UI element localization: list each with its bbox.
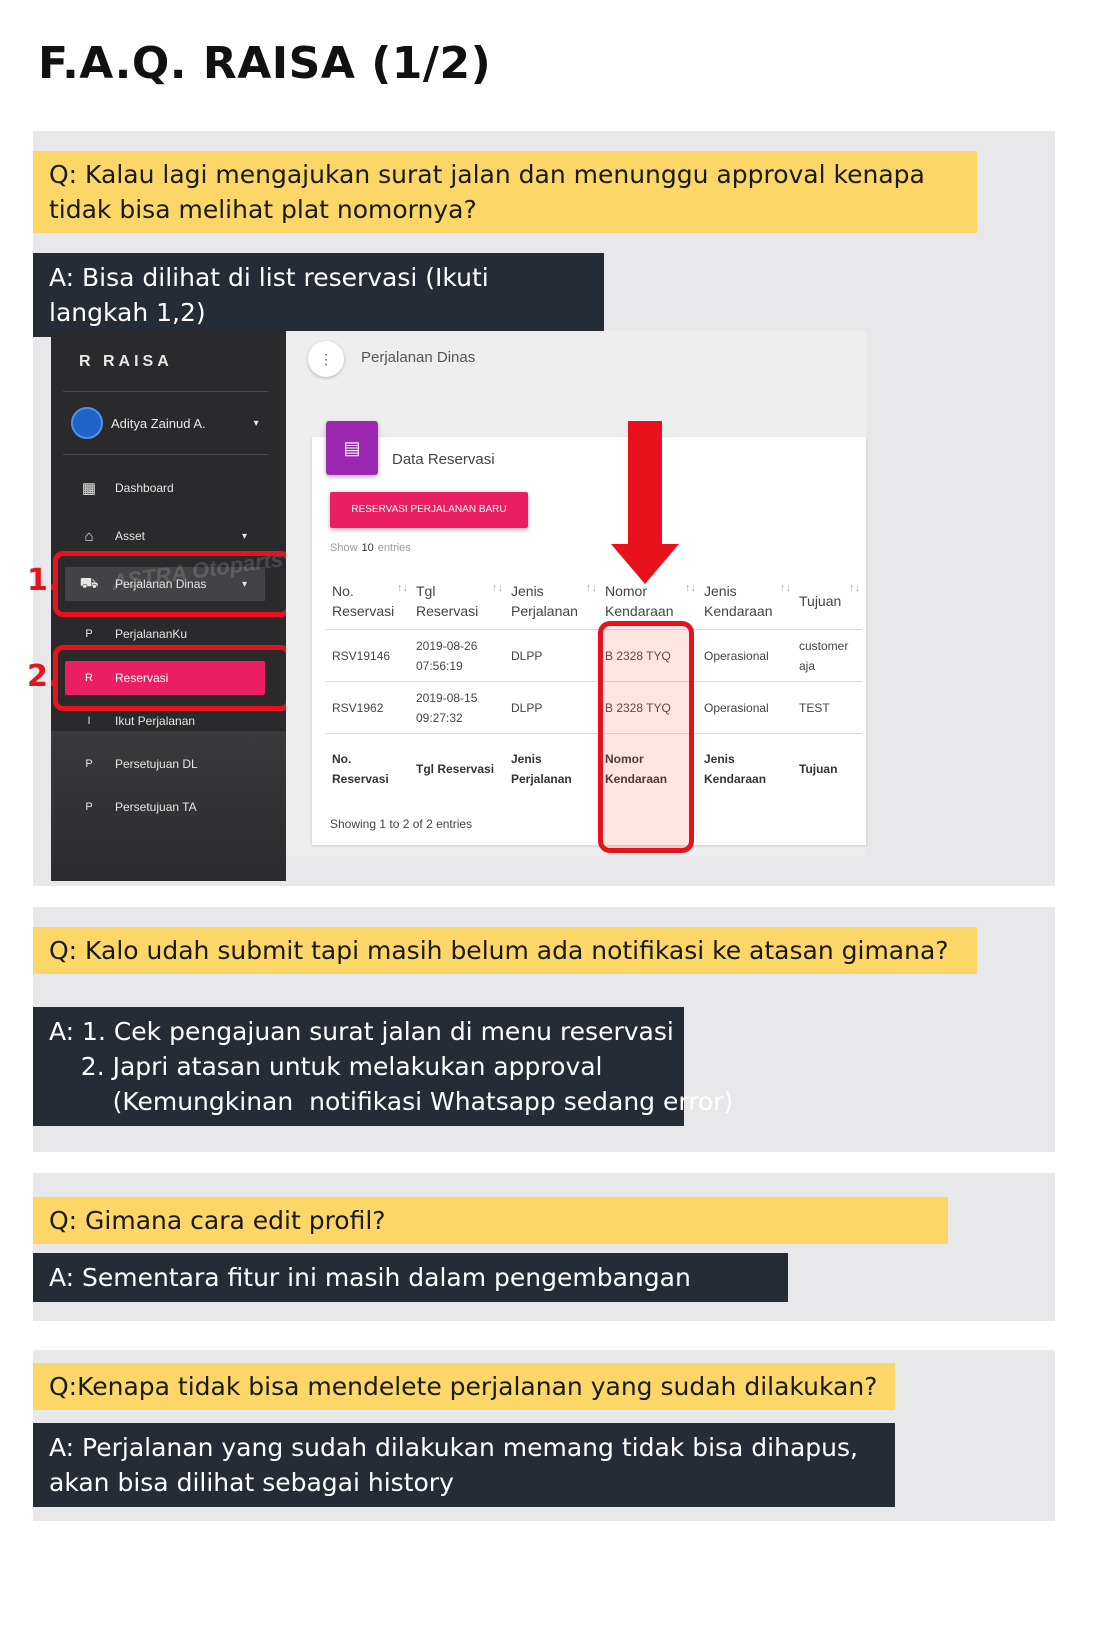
sort-icon: ↑↓ <box>780 582 791 594</box>
answer-line: (Kemungkinan notifikasi Whatsapp sedang … <box>49 1087 734 1116</box>
sort-icon: ↑↓ <box>685 582 696 594</box>
user-name: Aditya Zainud A. <box>111 415 206 431</box>
avatar <box>71 407 103 439</box>
entries-selector[interactable]: Show 10 entries <box>330 542 411 554</box>
faq-section-2: Q: Kalo udah submit tapi masih belum ada… <box>33 907 1055 1152</box>
app-brand: R RAISA <box>79 353 173 370</box>
sort-icon: ↑↓ <box>492 582 503 594</box>
sidebar-item-asset[interactable]: ⌂ Asset ▾ <box>65 519 265 553</box>
sidebar-item-label: Persetujuan DL <box>115 757 198 771</box>
table-cell: Operasional <box>704 648 769 663</box>
sidebar-item-label: Asset <box>115 529 146 543</box>
main-content: ⋮ Perjalanan Dinas ▤ Data Reservasi RESE… <box>286 331 866 856</box>
table-row[interactable]: RSV19146 2019-08-26 07:56:19 DLPP B 2328… <box>326 630 862 682</box>
chevron-down-icon: ▾ <box>241 530 247 542</box>
column-header[interactable]: Jenis Kendaraan ↑↓ <box>698 572 793 629</box>
column-header-label: Jenis Kendaraan <box>704 582 773 619</box>
column-header[interactable]: No. Reservasi ↑↓ <box>326 572 410 629</box>
sort-icon: ↑↓ <box>586 582 597 594</box>
table-cell: DLPP <box>511 700 543 715</box>
sidebar-item-persetujuan-dl[interactable]: P Persetujuan DL <box>65 747 265 781</box>
footer-cell: Jenis Kendaraan <box>704 752 767 786</box>
sidebar-item-label: Persetujuan TA <box>115 800 197 814</box>
table-row[interactable]: RSV1962 2019-08-15 09:27:32 DLPP B 2328 … <box>326 682 862 734</box>
table-footer: No. Reservasi Tgl Reservasi Jenis Perjal… <box>326 734 862 804</box>
card-title: Data Reservasi <box>392 451 495 468</box>
table-cell: RSV19146 <box>332 648 391 663</box>
sidebar-item-letter: I <box>87 715 91 727</box>
dashboard-icon: ▦ <box>81 480 97 497</box>
divider <box>63 391 268 392</box>
show-prefix: Show <box>330 542 358 554</box>
show-suffix: entries <box>377 542 411 554</box>
sidebar-item-letter: P <box>85 628 93 640</box>
column-header-label: Tgl Reservasi <box>416 582 479 619</box>
clipboard-icon: ▤ <box>326 421 378 475</box>
faq-section-3: Q: Gimana cara edit profil? A: Sementara… <box>33 1173 1055 1321</box>
footer-cell: Tujuan <box>799 762 838 776</box>
sidebar-item-label: PerjalananKu <box>115 627 188 641</box>
reservation-card: ▤ Data Reservasi RESERVASI PERJALANAN BA… <box>312 421 866 845</box>
bank-icon: ⌂ <box>84 527 94 545</box>
show-count[interactable]: 10 <box>362 542 374 554</box>
table-cell: 2019-08-26 07:56:19 <box>416 638 478 673</box>
answer-line: A: 1. Cek pengajuan surat jalan di menu … <box>49 1017 674 1046</box>
nomor-kendaraan-highlight <box>598 621 694 853</box>
red-arrow-shaft <box>628 421 662 546</box>
faq-answer-4: A: Perjalanan yang sudah dilakukan meman… <box>33 1423 895 1507</box>
topbar-title: Perjalanan Dinas <box>361 349 476 366</box>
showing-entries: Showing 1 to 2 of 2 entries <box>330 817 473 831</box>
faq-answer-2: A: 1. Cek pengajuan surat jalan di menu … <box>33 1007 734 1126</box>
column-header[interactable]: Tgl Reservasi ↑↓ <box>410 572 505 629</box>
reservation-table: No. Reservasi ↑↓ Tgl Reservasi ↑↓ Jenis Pe… <box>326 572 862 804</box>
step-2-label: 2. <box>27 659 60 694</box>
table-cell: 2019-08-15 09:27:32 <box>416 690 478 725</box>
table-cell: customer aja <box>799 638 849 673</box>
new-reservation-button[interactable]: RESERVASI PERJALANAN BARU <box>330 492 528 528</box>
user-profile[interactable]: Aditya Zainud A. ▾ <box>71 407 259 439</box>
table-cell: DLPP <box>511 648 543 663</box>
step-1-label: 1. <box>27 563 60 598</box>
table-header: No. Reservasi ↑↓ Tgl Reservasi ↑↓ Jenis Pe… <box>326 572 862 630</box>
sort-icon: ↑↓ <box>397 582 408 594</box>
sidebar-item-label: Ikut Perjalanan <box>115 714 196 728</box>
sidebar-item-letter: P <box>85 801 93 813</box>
footer-cell: Tgl Reservasi <box>416 762 495 776</box>
faq-question-1: Q: Kalau lagi mengajukan surat jalan dan… <box>33 151 977 233</box>
sort-icon: ↑↓ <box>849 582 860 594</box>
divider <box>63 454 268 455</box>
step-2-highlight <box>53 645 291 711</box>
table-cell: TEST <box>799 700 830 715</box>
sidebar-item-label: Dashboard <box>115 481 174 495</box>
column-header[interactable]: Tujuan ↑↓ <box>793 572 862 629</box>
faq-answer-1: A: Bisa dilihat di list reservasi (Ikuti… <box>33 253 604 337</box>
faq-question-4: Q:Kenapa tidak bisa mendelete perjalanan… <box>33 1363 895 1410</box>
column-header-label: No. Reservasi <box>332 582 395 619</box>
table-cell: Operasional <box>704 700 769 715</box>
faq-question-2: Q: Kalo udah submit tapi masih belum ada… <box>33 927 977 974</box>
column-header-label: Nomor Kendaraan <box>605 582 674 619</box>
app-screenshot: ASTRA Otoparts R RAISA Aditya Zainud A. … <box>27 331 1051 881</box>
faq-question-3: Q: Gimana cara edit profil? <box>33 1197 948 1244</box>
more-vert-icon[interactable]: ⋮ <box>308 341 344 377</box>
sidebar-item-letter: P <box>85 758 93 770</box>
sidebar-item-dashboard[interactable]: ▦ Dashboard <box>65 471 265 505</box>
faq-section-4: Q:Kenapa tidak bisa mendelete perjalanan… <box>33 1350 1055 1521</box>
footer-cell: No. Reservasi <box>332 752 389 786</box>
faq-section-1: Q: Kalau lagi mengajukan surat jalan dan… <box>27 131 1055 886</box>
answer-line: 2. Japri atasan untuk melakukan approval <box>49 1052 603 1081</box>
table-cell: RSV1962 <box>332 700 384 715</box>
column-header[interactable]: Jenis Perjalanan ↑↓ <box>505 572 599 629</box>
faq-answer-3: A: Sementara fitur ini masih dalam penge… <box>33 1253 788 1302</box>
column-header-label: Jenis Perjalanan <box>511 582 578 619</box>
red-arrow-down-icon <box>611 544 679 584</box>
column-header-label: Tujuan <box>799 592 842 609</box>
chevron-down-icon: ▾ <box>253 417 259 429</box>
step-1-highlight <box>53 551 291 617</box>
sidebar-item-persetujuan-ta[interactable]: P Persetujuan TA <box>65 790 265 824</box>
footer-cell: Jenis Perjalanan <box>511 752 572 786</box>
page-title: F.A.Q. RAISA (1/2) <box>38 38 492 89</box>
